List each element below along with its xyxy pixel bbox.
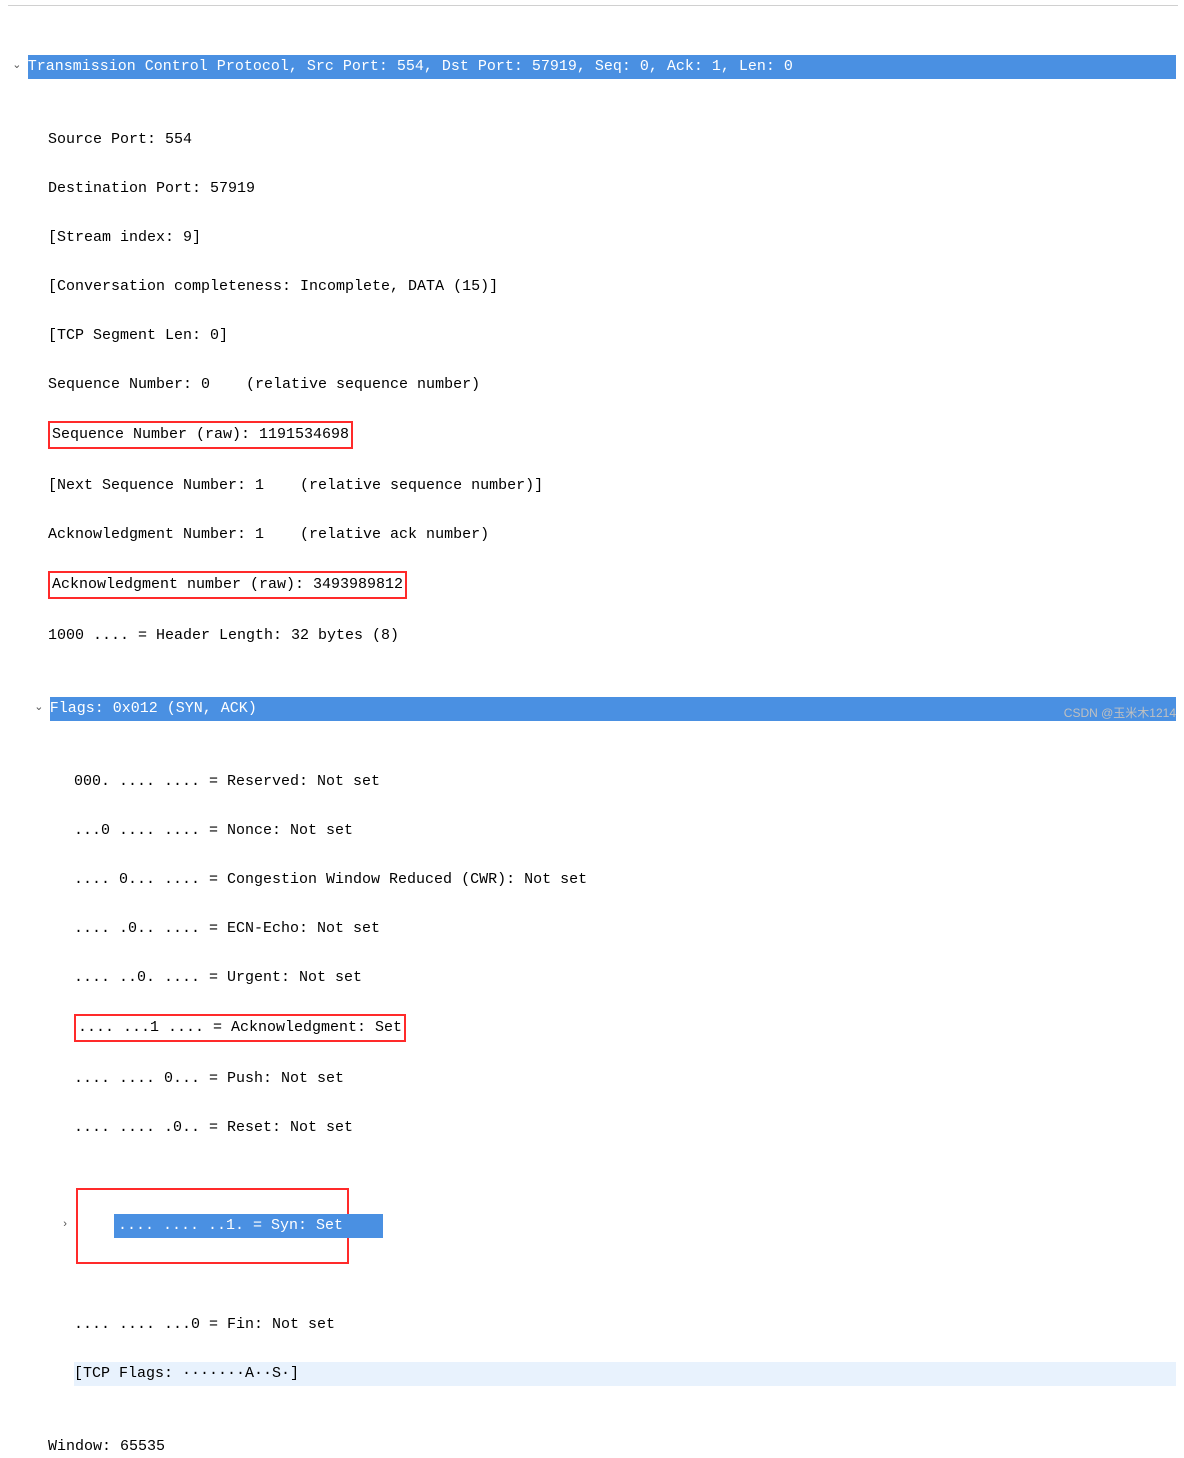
flag-ecn[interactable]: .... .0.. .... = ECN-Echo: Not set (8, 916, 1178, 941)
chevron-down-icon[interactable]: ⌄ (32, 700, 46, 718)
field-stream-index[interactable]: [Stream index: 9] (8, 225, 1178, 250)
field-ack-num-raw[interactable]: Acknowledgment number (raw): 3493989812 (8, 571, 1178, 599)
packet-tree: ⌄ Transmission Control Protocol, Src Por… (8, 6, 1178, 1458)
flag-summary-text: [TCP Flags: ·······A··S·] (74, 1362, 1176, 1386)
flags-header-row[interactable]: ⌄ Flags: 0x012 (SYN, ACK) (8, 696, 1178, 721)
flag-summary[interactable]: [TCP Flags: ·······A··S·] (8, 1361, 1178, 1386)
field-dst-port[interactable]: Destination Port: 57919 (8, 176, 1178, 201)
flags-header-text: Flags: 0x012 (SYN, ACK) (50, 697, 1176, 721)
highlight-box: .... .... ..1. = Syn: Set (76, 1188, 349, 1264)
field-src-port[interactable]: Source Port: 554 (8, 127, 1178, 152)
flag-cwr[interactable]: .... 0... .... = Congestion Window Reduc… (8, 867, 1178, 892)
tcp-header-text: Transmission Control Protocol, Src Port:… (28, 55, 1176, 79)
flag-nonce[interactable]: ...0 .... .... = Nonce: Not set (8, 818, 1178, 843)
flag-fin[interactable]: .... .... ...0 = Fin: Not set (8, 1312, 1178, 1337)
flag-push[interactable]: .... .... 0... = Push: Not set (8, 1066, 1178, 1091)
chevron-down-icon[interactable]: ⌄ (10, 58, 24, 76)
packet-details-pane[interactable]: ⌄ Transmission Control Protocol, Src Por… (8, 5, 1178, 1458)
field-window[interactable]: Window: 65535 (8, 1434, 1178, 1458)
field-conv-completeness[interactable]: [Conversation completeness: Incomplete, … (8, 274, 1178, 299)
field-next-seq[interactable]: [Next Sequence Number: 1 (relative seque… (8, 473, 1178, 498)
chevron-right-icon[interactable]: › (58, 1217, 72, 1235)
highlight-box: Acknowledgment number (raw): 3493989812 (48, 571, 407, 599)
flag-syn-text: .... .... ..1. = Syn: Set (114, 1214, 383, 1238)
field-tcp-seg-len[interactable]: [TCP Segment Len: 0] (8, 323, 1178, 348)
field-seq-num-raw[interactable]: Sequence Number (raw): 1191534698 (8, 421, 1178, 449)
tcp-header-row[interactable]: ⌄ Transmission Control Protocol, Src Por… (8, 54, 1178, 79)
highlight-box: .... ...1 .... = Acknowledgment: Set (74, 1014, 406, 1042)
flag-urgent[interactable]: .... ..0. .... = Urgent: Not set (8, 965, 1178, 990)
flag-reset[interactable]: .... .... .0.. = Reset: Not set (8, 1115, 1178, 1140)
field-hdr-len[interactable]: 1000 .... = Header Length: 32 bytes (8) (8, 623, 1178, 648)
watermark-text: CSDN @玉米木1214 (1064, 704, 1176, 723)
field-ack-num[interactable]: Acknowledgment Number: 1 (relative ack n… (8, 522, 1178, 547)
field-seq-num[interactable]: Sequence Number: 0 (relative sequence nu… (8, 372, 1178, 397)
flag-syn-row[interactable]: › .... .... ..1. = Syn: Set (8, 1188, 1178, 1264)
flag-ack[interactable]: .... ...1 .... = Acknowledgment: Set (8, 1014, 1178, 1042)
flag-reserved[interactable]: 000. .... .... = Reserved: Not set (8, 769, 1178, 794)
highlight-box: Sequence Number (raw): 1191534698 (48, 421, 353, 449)
